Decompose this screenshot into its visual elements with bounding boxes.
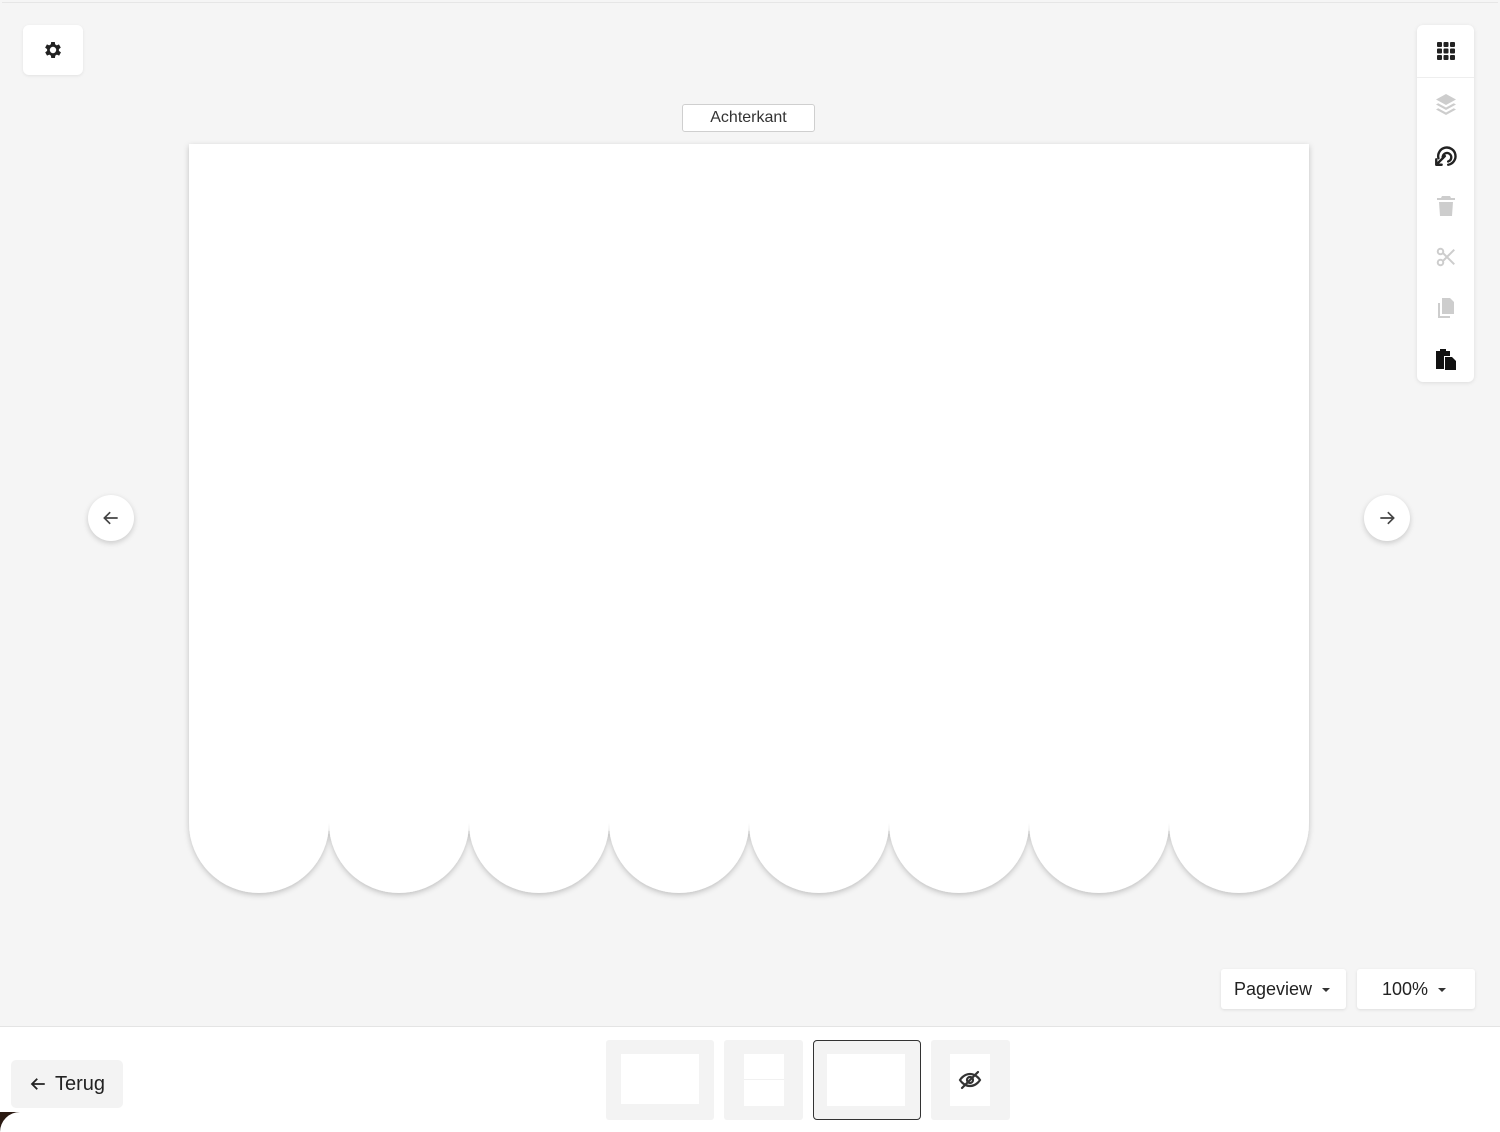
arrow-left-icon — [29, 1075, 47, 1093]
page-thumbnail-hidden[interactable] — [931, 1040, 1010, 1120]
copy-icon — [1437, 297, 1454, 318]
grid-button[interactable] — [1417, 25, 1474, 78]
caret-down-icon — [1322, 987, 1331, 992]
view-mode-dropdown[interactable]: Pageview — [1221, 969, 1346, 1009]
arrow-right-icon — [1380, 511, 1395, 525]
paste-button[interactable] — [1417, 333, 1474, 384]
arrow-left-icon — [103, 511, 118, 525]
next-page-button[interactable] — [1364, 495, 1410, 541]
paste-icon — [1435, 348, 1456, 370]
back-button[interactable]: Terug — [11, 1060, 123, 1108]
back-label: Terug — [55, 1072, 106, 1095]
delete-button[interactable] — [1417, 180, 1474, 231]
copy-button[interactable] — [1417, 282, 1474, 333]
previous-page-button[interactable] — [88, 495, 134, 541]
settings-button[interactable] — [23, 25, 83, 75]
design-canvas[interactable] — [188, 143, 1310, 893]
scissors-icon — [1436, 247, 1455, 266]
thumbnail-preview — [621, 1054, 699, 1104]
gear-icon — [45, 42, 61, 58]
grid-icon — [1436, 42, 1455, 60]
thumbnail-preview — [744, 1054, 784, 1106]
zoom-label: 100% — [1382, 978, 1429, 999]
thumbnail-preview — [950, 1054, 990, 1106]
eye-off-icon — [958, 1070, 982, 1090]
window-corner — [0, 1112, 40, 1132]
workspace: Achterkant Pageview 100% — [2, 2, 1498, 1025]
caret-down-icon — [1438, 987, 1447, 992]
bottom-bar: Terug — [0, 1026, 1500, 1132]
card-back-shape[interactable] — [189, 144, 1309, 893]
view-mode-label: Pageview — [1234, 978, 1313, 999]
layers-button[interactable] — [1417, 78, 1474, 129]
page-thumbnail-front[interactable] — [606, 1040, 714, 1120]
thumbnail-preview — [827, 1054, 905, 1106]
arrange-icon — [1434, 145, 1457, 166]
page-side-label: Achterkant — [682, 104, 815, 132]
edit-toolbar — [1417, 25, 1474, 382]
trash-icon — [1436, 195, 1455, 216]
page-thumbnail-back[interactable] — [813, 1040, 921, 1120]
page-thumbnail-inside[interactable] — [724, 1040, 803, 1120]
zoom-dropdown[interactable]: 100% — [1357, 969, 1475, 1009]
cut-button[interactable] — [1417, 231, 1474, 282]
layers-icon — [1435, 93, 1456, 115]
arrange-button[interactable] — [1417, 129, 1474, 180]
